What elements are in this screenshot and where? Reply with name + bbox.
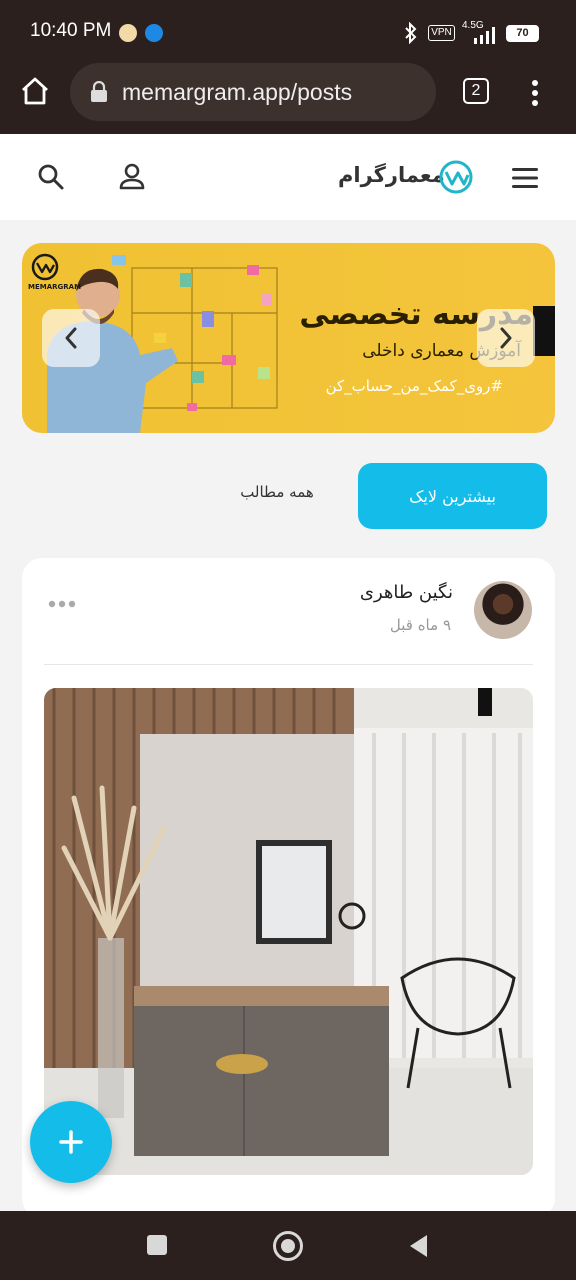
post-time: ۹ ماه قبل [389,616,451,634]
banner-logo-text: MEMARGRAM [28,283,82,291]
avatar[interactable] [474,581,532,639]
brand-name[interactable]: معمارگرام [338,163,445,187]
banner-illustration [47,255,278,433]
divider [44,664,533,665]
recents-icon[interactable] [147,1235,167,1255]
banner-prev-button[interactable] [42,309,100,367]
home-nav-icon[interactable] [273,1231,303,1261]
url-text[interactable]: memargram.app/posts [122,79,352,106]
bluetooth-icon [405,22,417,44]
battery-icon: 70 [506,25,539,42]
logo-icon[interactable] [438,159,474,195]
tab-all-posts[interactable]: همه مطالب [212,483,342,507]
notification-icon [119,24,137,42]
browser-toolbar: memargram.app/posts 2 [0,62,576,134]
menu-icon[interactable] [511,167,539,189]
phone-call-icon [145,24,163,42]
status-bar: 10:40 PM VPN 4.5G 70 [0,0,576,62]
plus-icon [59,1130,83,1154]
post-photo [44,688,533,1175]
home-icon[interactable] [20,76,50,106]
more-vert-icon[interactable] [530,79,540,107]
back-icon[interactable] [407,1233,429,1259]
status-time: 10:40 PM [30,20,112,41]
lock-icon[interactable] [90,81,108,103]
tab-most-liked[interactable]: بیشترین لایک [358,463,547,529]
banner-hashtag: #روی_کمک_من_حساب_کن [325,377,503,395]
user-icon[interactable] [118,163,146,191]
chevron-right-icon [500,327,512,349]
banner-next-button[interactable] [477,309,535,367]
signal-icon [474,27,495,44]
banner-logo-icon [31,253,59,281]
more-horiz-icon[interactable] [48,600,76,608]
tab-switcher-button[interactable]: 2 [463,78,489,104]
promo-banner[interactable]: MEMARGRAM مدرسه تخصصی آموزش معماری داخلی… [22,243,555,433]
post-filter-tabs: همه مطالب بیشترین لایک [22,463,555,529]
app-header: معمارگرام [0,134,576,220]
post-image[interactable] [44,688,533,1175]
address-bar[interactable]: memargram.app/posts [70,63,436,121]
search-icon[interactable] [37,163,65,191]
banner-edge-block [533,306,555,356]
chevron-left-icon [65,327,77,349]
vpn-badge: VPN [428,25,455,41]
add-post-button[interactable] [30,1101,112,1183]
post-author[interactable]: نگین طاهری [360,582,453,603]
system-navigation-bar [0,1211,576,1280]
